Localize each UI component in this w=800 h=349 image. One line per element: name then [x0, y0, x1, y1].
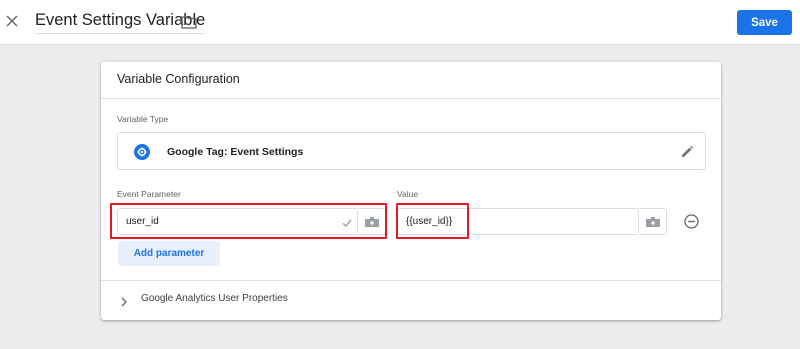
user-properties-expander[interactable]: Google Analytics User Properties [116, 290, 366, 308]
parameter-value: {{user_id}} [406, 216, 453, 227]
parameter-value-input[interactable]: {{user_id}} [397, 208, 639, 235]
event-parameter-label: Event Parameter [117, 189, 181, 199]
value-label: Value [397, 189, 419, 199]
event-parameter-input[interactable]: user_id [117, 208, 358, 235]
add-parameter-button[interactable]: Add parameter [118, 241, 220, 266]
value-variable-picker-icon[interactable] [639, 208, 667, 235]
pencil-icon[interactable] [680, 145, 694, 159]
chevron-right-icon [120, 294, 128, 307]
variable-picker-icon[interactable] [358, 208, 386, 235]
variable-type-selector[interactable]: Google Tag: Event Settings [117, 132, 706, 170]
folder-icon[interactable] [181, 15, 197, 29]
user-properties-label: Google Analytics User Properties [141, 293, 288, 304]
gear-icon [134, 144, 150, 160]
save-button[interactable]: Save [737, 10, 792, 35]
event-parameter-value: user_id [126, 216, 159, 227]
section-divider [101, 280, 721, 281]
variable-configuration-card: Variable Configuration Variable Type Goo… [101, 62, 721, 320]
close-icon[interactable] [4, 13, 20, 29]
page-title[interactable]: Event Settings Variable [35, 11, 206, 34]
top-bar: Event Settings Variable Save [0, 0, 800, 45]
card-header: Variable Configuration [101, 62, 721, 99]
variable-type-name: Google Tag: Event Settings [167, 146, 304, 158]
check-icon [341, 216, 353, 228]
card-title: Variable Configuration [117, 72, 240, 86]
variable-type-label: Variable Type [117, 114, 169, 124]
remove-parameter-icon[interactable] [684, 214, 699, 229]
